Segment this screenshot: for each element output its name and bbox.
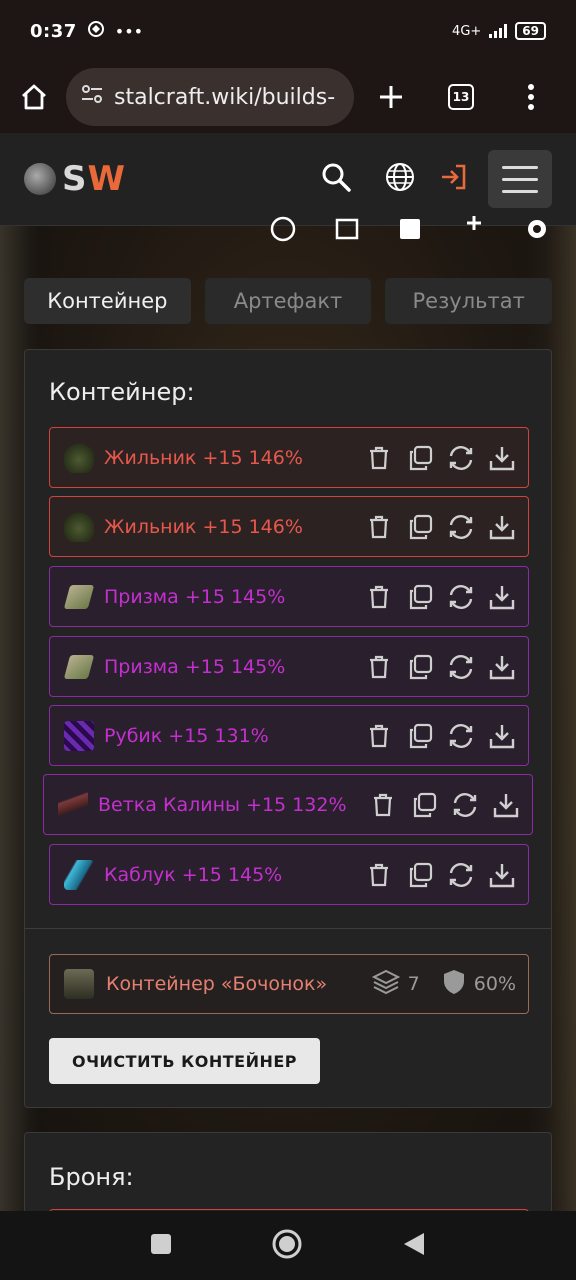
hamburger-menu-button[interactable] xyxy=(488,150,552,208)
delete-icon[interactable] xyxy=(364,443,393,472)
home-nav-icon[interactable] xyxy=(271,1228,303,1264)
tab-switcher-button[interactable]: 13 xyxy=(439,75,483,119)
artifact-thumb-icon xyxy=(64,442,94,473)
download-icon[interactable] xyxy=(491,790,520,819)
artifact-item[interactable]: Жильник +15 146% xyxy=(49,496,529,557)
delete-icon[interactable] xyxy=(364,652,393,681)
artifact-label: Жильник +15 146% xyxy=(104,446,303,469)
artifact-label: Ветка Калины +15 132% xyxy=(98,793,347,816)
clear-container-button[interactable]: ОЧИСТИТЬ КОНТЕЙНЕР xyxy=(49,1038,320,1084)
site-logo[interactable]: SW xyxy=(24,159,126,199)
delete-icon[interactable] xyxy=(364,721,393,750)
build-toolbar xyxy=(270,216,550,246)
artifact-item[interactable]: Призма +15 145% xyxy=(49,566,529,627)
artifact-item[interactable]: Жильник +15 146% xyxy=(49,427,529,488)
layers-icon xyxy=(371,968,400,1001)
delete-icon[interactable] xyxy=(364,860,393,889)
artifact-thumb-icon xyxy=(64,720,94,751)
site-header: SW xyxy=(0,133,576,226)
copy-icon[interactable] xyxy=(405,860,434,889)
container-slots: 7 xyxy=(407,973,420,995)
tab-result[interactable]: Результат xyxy=(385,278,553,324)
tab-container[interactable]: Контейнер xyxy=(24,278,191,324)
url-bar[interactable]: stalcraft.wiki/builds- xyxy=(66,68,354,126)
copy-icon[interactable] xyxy=(405,652,434,681)
image-icon[interactable] xyxy=(334,216,360,246)
shield-icon xyxy=(442,968,466,1001)
panel-title: Контейнер: xyxy=(49,378,195,406)
tab-artifact[interactable]: Артефакт xyxy=(204,278,372,324)
network-type: 4G+ xyxy=(452,23,482,39)
artifact-label: Призма +15 145% xyxy=(104,655,286,678)
battery-icon: 69 xyxy=(515,22,546,40)
back-icon[interactable] xyxy=(402,1231,426,1261)
artifact-label: Призма +15 145% xyxy=(104,585,286,608)
delete-icon[interactable] xyxy=(368,790,397,819)
system-nav-bar xyxy=(0,1211,576,1280)
copy-icon[interactable] xyxy=(405,443,434,472)
container-panel: Контейнер: Жильник +15 146% Жильник +15 … xyxy=(24,349,552,1108)
swap-icon[interactable] xyxy=(446,582,475,611)
container-name: Контейнер «Бочонок» xyxy=(106,973,328,995)
status-time: 0:37 xyxy=(30,20,77,42)
new-tab-icon[interactable] xyxy=(369,75,413,119)
container-selector[interactable]: Контейнер «Бочонок» 7 60% xyxy=(49,954,529,1014)
artifact-item[interactable]: Призма +15 145% xyxy=(49,636,529,697)
artifact-item[interactable]: Каблук +15 145% xyxy=(49,844,529,905)
artifact-thumb-icon xyxy=(64,511,94,542)
logo-globe-icon xyxy=(24,163,56,195)
copy-icon[interactable] xyxy=(409,790,438,819)
download-icon[interactable] xyxy=(487,582,516,611)
recents-icon[interactable] xyxy=(150,1233,172,1259)
share-icon[interactable] xyxy=(270,216,296,246)
status-bar: 0:37 ••• 4G+ 69 xyxy=(0,0,576,62)
download-icon[interactable] xyxy=(487,652,516,681)
save-icon[interactable] xyxy=(397,216,423,246)
copy-icon[interactable] xyxy=(405,721,434,750)
section-divider xyxy=(25,928,551,929)
artifact-label: Рубик +15 131% xyxy=(104,724,269,747)
artifact-thumb-icon xyxy=(63,584,95,609)
browser-toolbar: stalcraft.wiki/builds- 13 xyxy=(0,62,576,132)
settings-gear-icon[interactable] xyxy=(524,216,550,246)
swap-icon[interactable] xyxy=(446,721,475,750)
swap-icon[interactable] xyxy=(446,512,475,541)
login-icon[interactable] xyxy=(438,161,470,197)
notification-icon xyxy=(87,20,105,42)
artifact-item[interactable]: Ветка Калины +15 132% xyxy=(43,774,533,835)
search-icon[interactable] xyxy=(320,161,352,197)
armor-panel-title: Броня: xyxy=(49,1163,134,1191)
more-notifications-icon: ••• xyxy=(114,21,144,41)
tab-count: 13 xyxy=(448,84,474,110)
url-text: stalcraft.wiki/builds- xyxy=(114,84,336,110)
download-icon[interactable] xyxy=(487,721,516,750)
download-icon[interactable] xyxy=(487,512,516,541)
browser-menu-icon[interactable] xyxy=(509,75,553,119)
delete-icon[interactable] xyxy=(364,582,393,611)
swap-icon[interactable] xyxy=(450,790,479,819)
language-globe-icon[interactable] xyxy=(384,161,416,197)
swap-icon[interactable] xyxy=(446,443,475,472)
signal-icon xyxy=(489,24,508,38)
artifact-label: Каблук +15 145% xyxy=(104,863,283,886)
artifact-item[interactable]: Рубик +15 131% xyxy=(49,705,529,766)
site-settings-icon[interactable] xyxy=(80,82,104,112)
container-protection: 60% xyxy=(473,973,516,995)
builder-tabs: Контейнер Артефакт Результат xyxy=(24,278,553,324)
swap-icon[interactable] xyxy=(446,652,475,681)
copy-icon[interactable] xyxy=(405,582,434,611)
swap-icon[interactable] xyxy=(446,860,475,889)
add-icon[interactable] xyxy=(461,216,487,246)
container-thumb-icon xyxy=(64,969,94,999)
artifact-thumb-icon xyxy=(63,654,95,679)
artifact-thumb-icon xyxy=(64,859,94,890)
artifact-thumb-icon xyxy=(58,789,88,820)
download-icon[interactable] xyxy=(487,860,516,889)
delete-icon[interactable] xyxy=(364,512,393,541)
artifact-label: Жильник +15 146% xyxy=(104,515,303,538)
download-icon[interactable] xyxy=(487,443,516,472)
home-icon[interactable] xyxy=(12,75,56,119)
copy-icon[interactable] xyxy=(405,512,434,541)
